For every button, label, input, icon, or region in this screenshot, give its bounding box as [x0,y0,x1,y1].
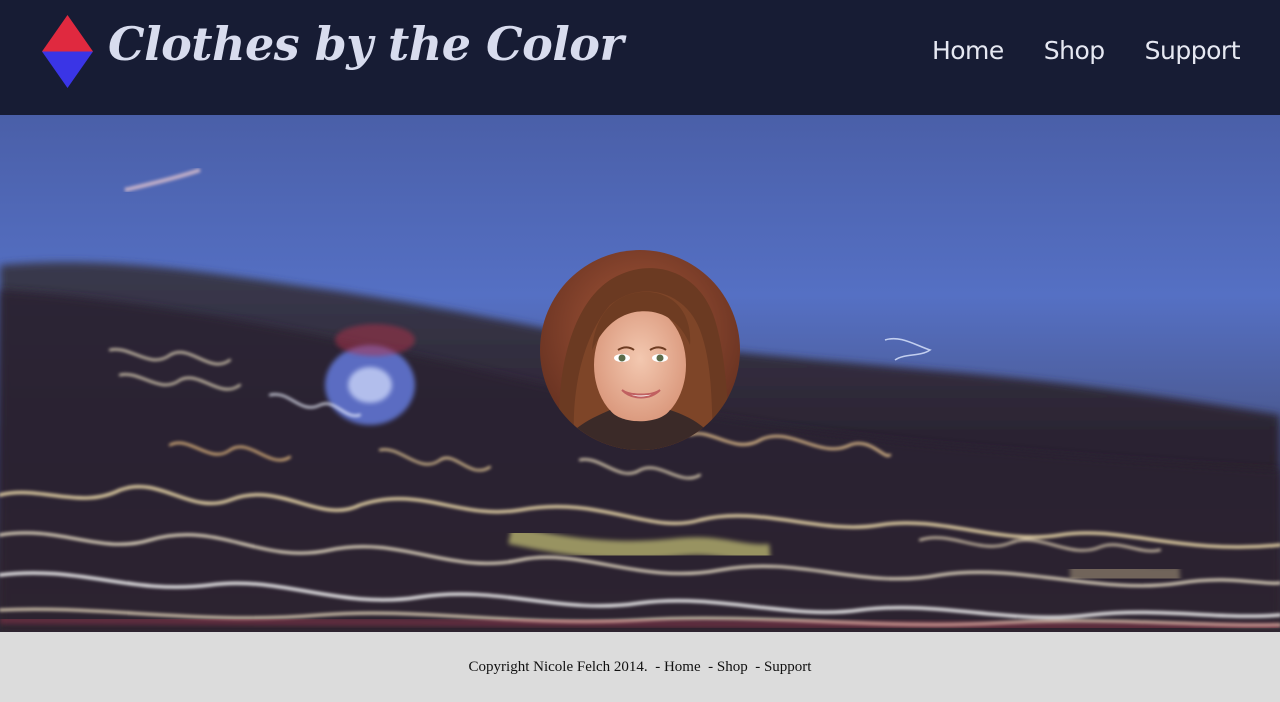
footer-separator: - [700,658,717,675]
hero-banner [0,115,1280,632]
main-nav: Home Shop Support [932,30,1241,70]
footer-support-link[interactable]: Support [764,659,812,676]
nav-support-link[interactable]: Support [1145,36,1241,65]
footer-separator: - [647,658,664,675]
diamond-logo-icon[interactable] [42,15,93,88]
footer-shop-link[interactable]: Shop [717,659,748,676]
site-footer: Copyright Nicole Felch 2014. - Home - Sh… [0,632,1280,702]
profile-photo-avatar [540,250,740,450]
copyright-text: Copyright Nicole Felch 2014. [468,658,648,675]
footer-separator: - [747,658,764,675]
site-header: Clothes by the Color Home Shop Support [0,0,1280,115]
footer-home-link[interactable]: Home [664,659,701,676]
site-title[interactable]: Clothes by the Color [108,12,624,76]
nav-home-link[interactable]: Home [932,36,1004,65]
nav-shop-link[interactable]: Shop [1044,36,1105,65]
profile-photo [540,250,740,450]
